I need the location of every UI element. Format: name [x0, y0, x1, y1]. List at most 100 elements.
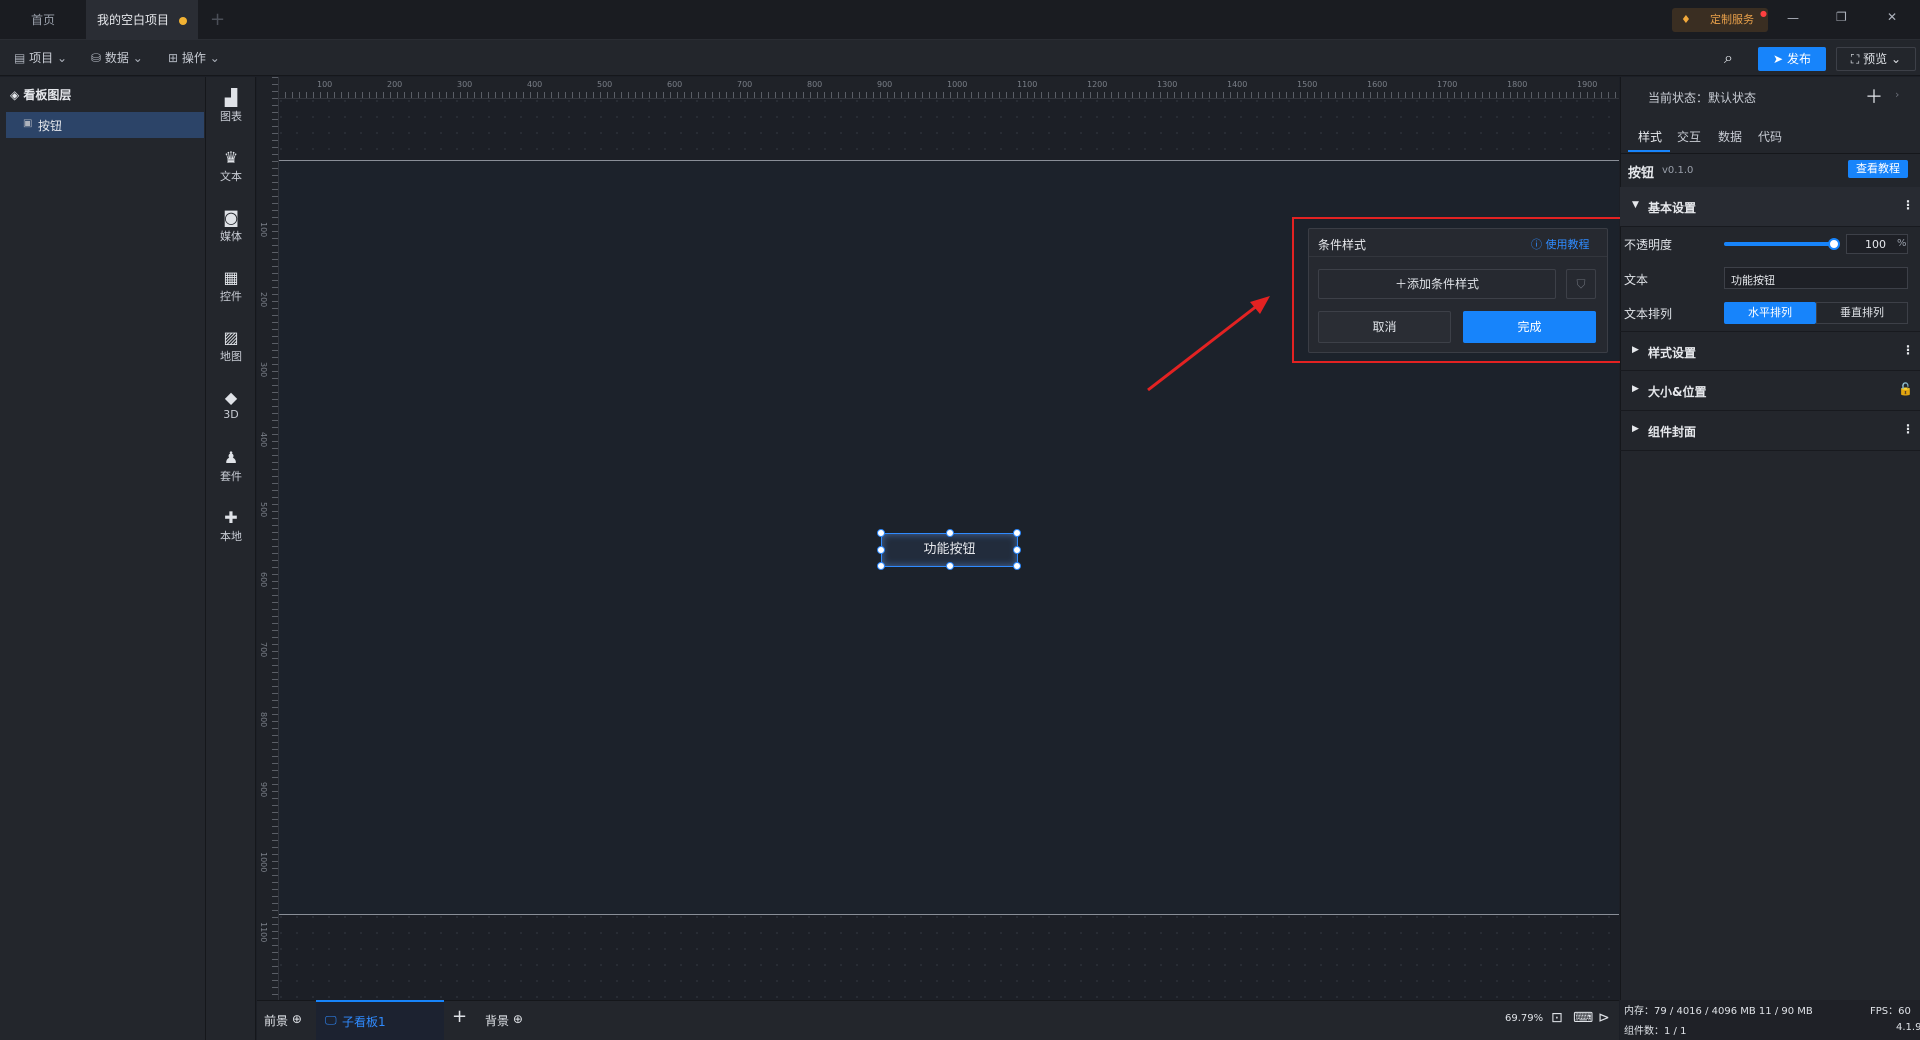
grid-icon: ⊞	[168, 51, 179, 65]
ruler-label: 300	[457, 80, 473, 89]
tab-code[interactable]: 代码	[1758, 128, 1782, 145]
tutorial-link-label: 使用教程	[1545, 238, 1590, 251]
view-tutorial-button[interactable]: 查看教程	[1848, 160, 1908, 178]
popup-title: 条件样式	[1318, 238, 1367, 252]
keyboard-icon[interactable]: ⌨	[1573, 1010, 1593, 1026]
add-state-button[interactable]: ＋	[1865, 83, 1883, 109]
filter-icon[interactable]: ⛉	[1566, 269, 1596, 299]
resize-handle[interactable]	[877, 546, 885, 554]
add-tab-button[interactable]: +	[210, 9, 225, 30]
component-text[interactable]: ♛ 文本	[206, 148, 256, 184]
tab-data[interactable]: 数据	[1718, 128, 1742, 145]
component-chart[interactable]: ▟ 图表	[206, 88, 256, 124]
section-cover[interactable]: ▶ 组件封面 ⋮	[1620, 411, 1920, 451]
component-label: 图表	[220, 110, 242, 123]
add-circle-icon[interactable]: ⊕	[513, 1012, 523, 1026]
menu-project[interactable]: ▤ 项目 ⌄	[14, 40, 67, 76]
ruler-label: 200	[259, 292, 268, 308]
section-basic[interactable]: ▼ 基本设置 ⋮	[1620, 187, 1920, 227]
arrange-label: 文本排列	[1624, 307, 1673, 321]
component-label: 本地	[220, 530, 242, 543]
sub-board-label: 子看板1	[342, 1015, 386, 1029]
chevron-right-icon[interactable]: ›	[1895, 88, 1899, 101]
section-size-position[interactable]: ▶ 大小&位置 🔓	[1620, 371, 1920, 411]
resize-handle[interactable]	[946, 562, 954, 570]
resize-handle[interactable]	[1013, 529, 1021, 537]
component-label: 套件	[220, 470, 242, 483]
restore-button[interactable]: ❐	[1836, 10, 1847, 24]
opacity-slider-handle[interactable]	[1828, 238, 1840, 250]
add-board-button[interactable]: +	[452, 1006, 467, 1027]
sub-board-tab[interactable]: 🖵 子看板1	[316, 1000, 444, 1040]
layer-item-button[interactable]: ▣ 按钮	[6, 112, 204, 138]
menu-data[interactable]: ⛁ 数据 ⌄	[91, 40, 143, 76]
chevron-down-icon: ▼	[1632, 200, 1639, 210]
publish-button[interactable]: ➤ 发布	[1758, 47, 1826, 71]
search-icon[interactable]: ⌕	[1724, 48, 1733, 68]
resize-handle[interactable]	[1013, 546, 1021, 554]
ruler-label: 400	[259, 432, 268, 448]
component-widget[interactable]: ▦ 控件	[206, 268, 256, 304]
chevron-down-icon: ⌄	[209, 51, 220, 65]
menu-label: 数据	[104, 51, 129, 65]
background-tab[interactable]: 背景 ⊕	[485, 1012, 523, 1029]
arrange-horizontal[interactable]: 水平排列	[1724, 302, 1816, 324]
close-button[interactable]: ✕	[1887, 10, 1897, 24]
tab-style[interactable]: 样式	[1638, 128, 1662, 145]
foreground-tab[interactable]: 前景 ⊕	[264, 1012, 302, 1029]
annotation-arrow	[1147, 296, 1270, 392]
preview-label: 预览	[1863, 52, 1888, 66]
section-title: 组件封面	[1648, 425, 1697, 439]
layers-icon: ◈	[10, 88, 20, 102]
done-button[interactable]: 完成	[1463, 311, 1596, 343]
terminal-icon[interactable]: ⊳	[1598, 1010, 1610, 1026]
minimize-button[interactable]: —	[1787, 11, 1799, 25]
component-version: v0.1.0	[1662, 165, 1694, 176]
component-local[interactable]: ✚ 本地	[206, 508, 256, 544]
arrange-vertical[interactable]: 垂直排列	[1816, 302, 1908, 324]
component-label: 地图	[220, 350, 242, 363]
canvas-button[interactable]: 功能按钮	[877, 529, 1021, 570]
more-icon[interactable]: ⋮	[1902, 343, 1914, 357]
component-media[interactable]: ◙ 媒体	[206, 208, 256, 244]
component-map[interactable]: ▨ 地图	[206, 328, 256, 364]
resize-handle[interactable]	[877, 529, 885, 537]
widget-icon: ▦	[223, 268, 239, 287]
zoom-level[interactable]: 69.79%	[1505, 1013, 1543, 1024]
text-input[interactable]: 功能按钮	[1724, 267, 1908, 289]
send-icon: ➤	[1773, 52, 1784, 66]
custom-service-button[interactable]: ♦ 定制服务 ●	[1672, 8, 1768, 32]
ruler-label: 200	[387, 80, 403, 89]
component-3d[interactable]: ◆ 3D	[206, 388, 256, 421]
menu-label: 项目	[29, 51, 54, 65]
resize-handle[interactable]	[946, 529, 954, 537]
cancel-button[interactable]: 取消	[1318, 311, 1451, 343]
more-icon[interactable]: ⋮	[1902, 422, 1914, 436]
add-condition-button[interactable]: ＋添加条件样式	[1318, 269, 1556, 299]
condition-style-popup: 条件样式 ⓘ 使用教程 ＋添加条件样式 ⛉ 取消 完成	[1308, 228, 1608, 353]
section-style[interactable]: ▶ 样式设置 ⋮	[1620, 331, 1920, 371]
tutorial-link[interactable]: ⓘ 使用教程	[1531, 236, 1590, 252]
resize-handle[interactable]	[1013, 562, 1021, 570]
preview-button[interactable]: ⛶ 预览 ⌄	[1836, 47, 1916, 71]
media-icon: ◙	[223, 208, 239, 227]
component-suite[interactable]: ♟ 套件	[206, 448, 256, 484]
tab-home[interactable]: 首页	[0, 0, 86, 40]
add-circle-icon[interactable]: ⊕	[292, 1012, 302, 1026]
menu-operate[interactable]: ⊞ 操作 ⌄	[168, 40, 220, 76]
title-bar	[0, 0, 1920, 40]
text-input-value: 功能按钮	[1731, 274, 1775, 287]
opacity-input[interactable]: 100 %	[1846, 234, 1908, 254]
file-icon: ▤	[14, 51, 26, 65]
resize-handle[interactable]	[877, 562, 885, 570]
ruler-label: 700	[259, 642, 268, 658]
tab-interaction[interactable]: 交互	[1677, 128, 1701, 145]
ruler-ticks	[272, 77, 278, 1000]
tab-project[interactable]: 我的空白项目	[86, 0, 198, 40]
opacity-slider[interactable]	[1724, 238, 1840, 250]
more-icon[interactable]: ⋮	[1902, 198, 1914, 212]
fit-screen-icon[interactable]: ⊡	[1551, 1010, 1563, 1026]
tab-indicator	[1628, 150, 1670, 152]
chevron-right-icon: ▶	[1632, 424, 1639, 434]
lock-icon[interactable]: 🔓	[1898, 382, 1913, 396]
